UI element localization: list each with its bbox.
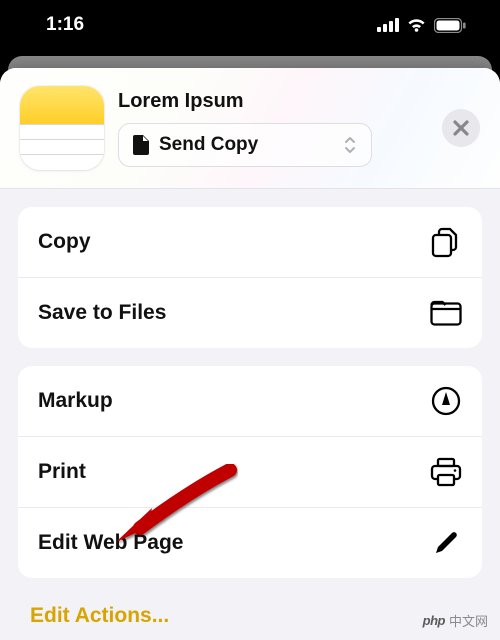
watermark-text: 中文网 <box>449 611 488 630</box>
status-indicators <box>377 18 466 33</box>
watermark-brand: php <box>423 613 445 628</box>
action-group: Copy Save to Files <box>18 207 482 348</box>
send-copy-button[interactable]: Send Copy <box>118 123 372 167</box>
file-icon <box>133 135 149 155</box>
status-time: 1:16 <box>46 14 84 36</box>
action-label: Copy <box>38 230 91 254</box>
action-markup[interactable]: Markup <box>18 366 482 437</box>
action-print[interactable]: Print <box>18 437 482 508</box>
actions-content: Copy Save to Files Markup Print <box>0 189 500 640</box>
action-label: Edit Web Page <box>38 531 183 555</box>
cellular-icon <box>377 18 399 32</box>
battery-icon <box>434 18 466 33</box>
action-label: Markup <box>38 389 113 413</box>
pencil-icon <box>430 527 462 559</box>
wifi-icon <box>406 18 427 33</box>
action-save-to-files[interactable]: Save to Files <box>18 278 482 348</box>
send-copy-label: Send Copy <box>159 134 258 156</box>
action-group: Markup Print Edit Web Page <box>18 366 482 578</box>
notes-app-icon <box>20 86 104 170</box>
sheet-header: Lorem Ipsum Send Copy <box>0 68 500 189</box>
action-label: Save to Files <box>38 301 166 325</box>
action-copy[interactable]: Copy <box>18 207 482 278</box>
printer-icon <box>430 456 462 488</box>
document-title: Lorem Ipsum <box>118 90 428 113</box>
markup-icon <box>430 385 462 417</box>
share-sheet: Lorem Ipsum Send Copy Copy Save t <box>0 68 500 640</box>
edit-actions-button[interactable]: Edit Actions... <box>18 596 482 640</box>
close-icon <box>453 120 469 136</box>
folder-icon <box>430 297 462 329</box>
watermark: php 中文网 <box>423 611 488 630</box>
action-label: Print <box>38 460 86 484</box>
action-edit-web-page[interactable]: Edit Web Page <box>18 508 482 578</box>
copy-icon <box>430 226 462 258</box>
close-button[interactable] <box>442 109 480 147</box>
status-bar: 1:16 <box>0 0 500 54</box>
chevron-up-down-icon <box>343 135 357 155</box>
